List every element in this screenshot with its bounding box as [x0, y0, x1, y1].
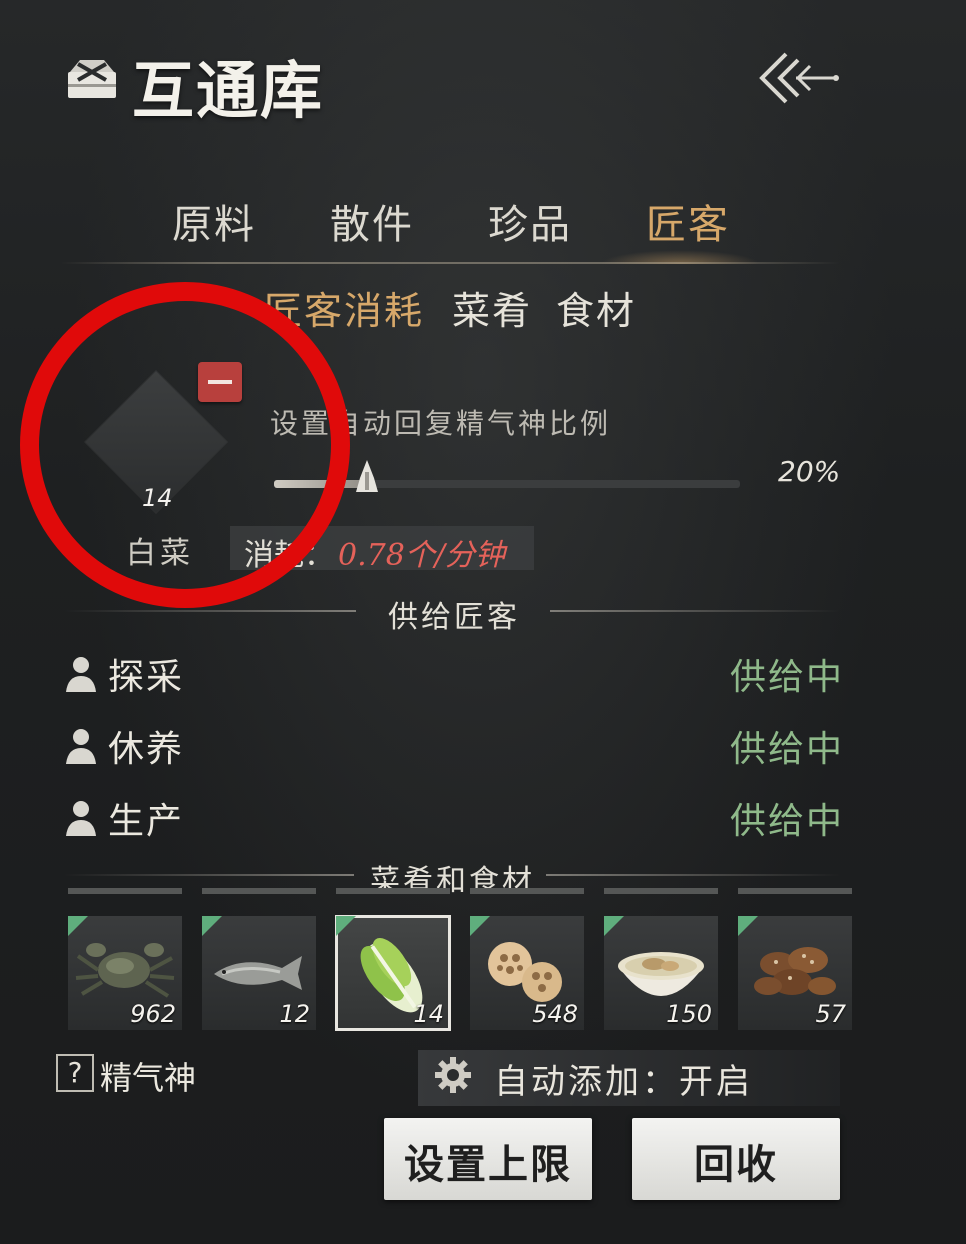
tab-treasures[interactable]: 珍品: [488, 192, 572, 250]
person-icon: [66, 729, 96, 764]
divider-left: [64, 874, 354, 876]
recycle-button[interactable]: 回收: [632, 1118, 840, 1200]
slot-bar: [202, 888, 316, 894]
main-tabs: 原料 散件 珍品 匠客: [60, 192, 840, 252]
divider-right: [546, 874, 840, 876]
supply-row-gathering: 探采 供给中: [64, 648, 844, 708]
supply-status: 供给中: [729, 729, 844, 770]
recycle-label: 回收: [694, 1141, 778, 1188]
food-slot-crab[interactable]: 962: [68, 916, 182, 1030]
food-count: 57: [815, 1000, 846, 1028]
slot-bar: [68, 888, 182, 894]
selected-item-name: 白菜: [126, 536, 194, 571]
food-count: 12: [279, 1000, 310, 1028]
supply-section-title: 供给匠客: [388, 600, 520, 635]
slot-bar: [604, 888, 718, 894]
help-button[interactable]: ?: [56, 1054, 94, 1092]
tab-artisans[interactable]: 匠客: [646, 192, 730, 250]
food-count: 548: [532, 1000, 578, 1028]
supply-status: 供给中: [729, 801, 844, 842]
auto-restore-slider[interactable]: [274, 480, 740, 488]
supply-row-rest: 休养 供给中: [64, 720, 844, 780]
food-slot-fish[interactable]: 12: [202, 916, 316, 1030]
person-icon: [66, 801, 96, 836]
slot-bar: [738, 888, 852, 894]
food-slot-cabbage[interactable]: 14: [335, 915, 451, 1031]
person-icon: [66, 657, 96, 692]
food-slot-soup[interactable]: 150: [604, 916, 718, 1030]
slider-thumb[interactable]: [354, 458, 380, 494]
food-slot-mushroom[interactable]: 57: [738, 916, 852, 1030]
set-limit-button[interactable]: 设置上限: [384, 1118, 592, 1200]
food-count: 962: [130, 1000, 176, 1028]
slot-bar: [470, 888, 584, 894]
supply-role-name: 生产: [108, 801, 185, 842]
subtab-artisan-consumption[interactable]: 匠客消耗: [264, 280, 424, 335]
gear-icon: [434, 1056, 472, 1094]
slot-bar: [336, 888, 450, 894]
consumption-value: 0.78个/分钟: [338, 538, 505, 573]
food-slot-lotus-root[interactable]: 548: [470, 916, 584, 1030]
auto-restore-label: 设置自动回复精气神比例: [270, 407, 612, 440]
consumption-label: 消耗：: [244, 538, 334, 573]
back-button[interactable]: [756, 48, 840, 108]
set-limit-label: 设置上限: [404, 1141, 572, 1188]
auto-restore-value: 20%: [778, 455, 841, 488]
remove-item-button[interactable]: [198, 362, 242, 402]
divider-left: [64, 610, 356, 612]
tabs-divider: [60, 262, 840, 264]
supply-role-name: 休养: [108, 729, 185, 770]
selected-item-count: 14: [142, 484, 173, 512]
page-title: 互通库: [132, 54, 325, 127]
inventory-box-icon: [64, 54, 120, 102]
tab-parts[interactable]: 散件: [330, 192, 414, 250]
subtab-dishes[interactable]: 菜肴: [452, 280, 532, 335]
auto-add-label: 自动添加：开启: [494, 1062, 753, 1102]
back-arrow-icon: [759, 52, 839, 104]
help-icon: ?: [67, 1056, 83, 1089]
subtab-ingredients[interactable]: 食材: [556, 280, 636, 335]
stamina-label: 精气神: [100, 1059, 197, 1097]
food-count: 14: [413, 1000, 444, 1028]
supply-row-production: 生产 供给中: [64, 792, 844, 852]
supply-role-name: 探采: [108, 657, 185, 698]
food-count: 150: [666, 1000, 712, 1028]
divider-right: [550, 610, 840, 612]
tab-raw-materials[interactable]: 原料: [172, 192, 256, 250]
supply-status: 供给中: [729, 657, 844, 698]
